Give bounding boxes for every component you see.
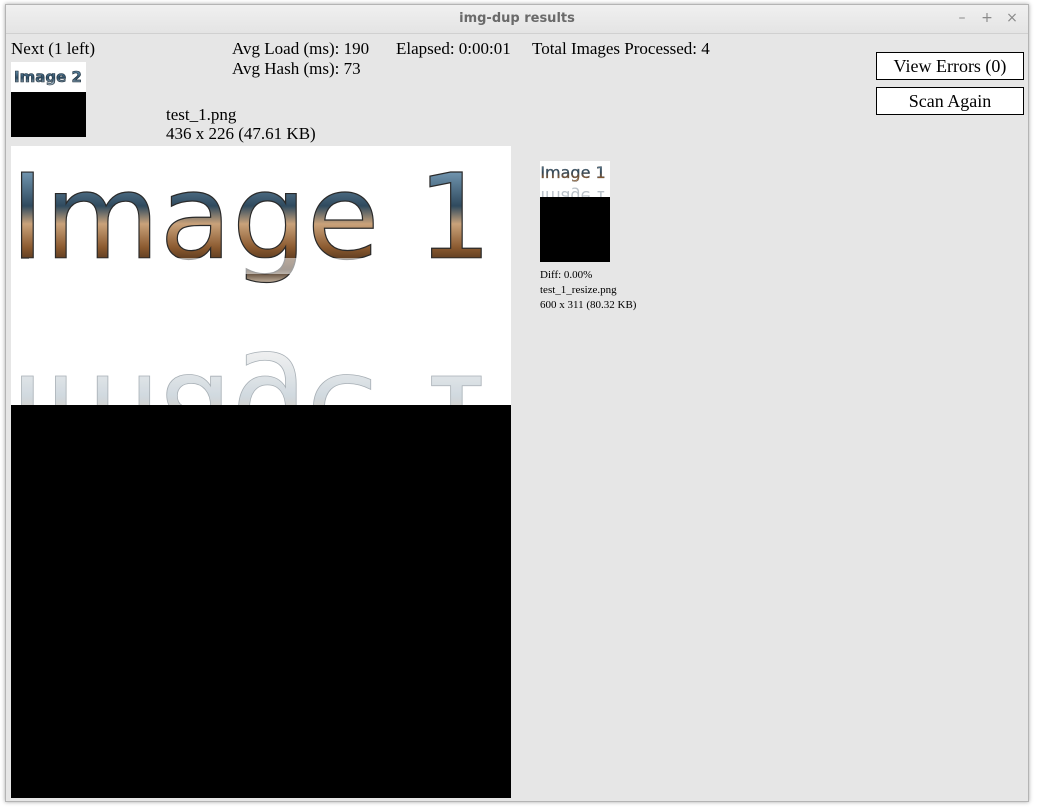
current-image-graphic: Image 1 Image 1 [9,147,492,486]
match-dimensions: 600 x 311 (80.32 KB) [540,299,637,311]
avg-hash-label: Avg Hash (ms): 73 [232,59,361,78]
match-image-text: Image 1 [540,163,605,182]
total-processed-label: Total Images Processed: 4 [532,39,710,58]
current-image-reflection: Image 1 [11,348,492,405]
current-image-preview: Image 1 Image 1 [9,146,511,798]
current-dimensions: 436 x 226 (47.61 KB) [166,124,316,143]
current-filename: test_1.png [166,105,237,124]
view-errors-button[interactable]: View Errors (0) [876,52,1024,80]
avg-load-label: Avg Load (ms): 190 [232,39,370,58]
match-image-content: Image 1 Image 1 [540,161,610,206]
match-diff: Diff: 0.00% [540,269,593,281]
app-window: img-dup results – + × Next (1 left) Avg … [5,4,1029,802]
next-image-graphic: Image 2 [14,68,83,87]
next-image-text: Image 2 [14,68,82,86]
window-title: img-dup results [459,11,575,26]
minimize-icon[interactable]: – [952,8,972,28]
current-image-content: Image 1 Image 1 [9,146,511,486]
next-image-thumbnail[interactable]: Image 2 [11,62,86,137]
match-info: Diff: 0.00% test_1_resize.png 600 x 311 … [540,268,636,313]
match-image-graphic: Image 1 Image 1 [540,163,606,206]
match-image-reflection: Image 1 [540,187,605,197]
close-icon[interactable]: × [1002,8,1022,28]
maximize-icon[interactable]: + [977,8,997,28]
next-image-content: Image 2 [11,62,86,92]
elapsed-label: Elapsed: 0:00:01 [396,39,511,58]
match-filename: test_1_resize.png [540,284,617,296]
match-image-thumbnail[interactable]: Image 1 Image 1 [540,161,610,262]
titlebar[interactable]: img-dup results – + × [6,5,1028,34]
scan-again-button[interactable]: Scan Again [876,87,1024,115]
next-count-label: Next (1 left) [11,39,96,58]
